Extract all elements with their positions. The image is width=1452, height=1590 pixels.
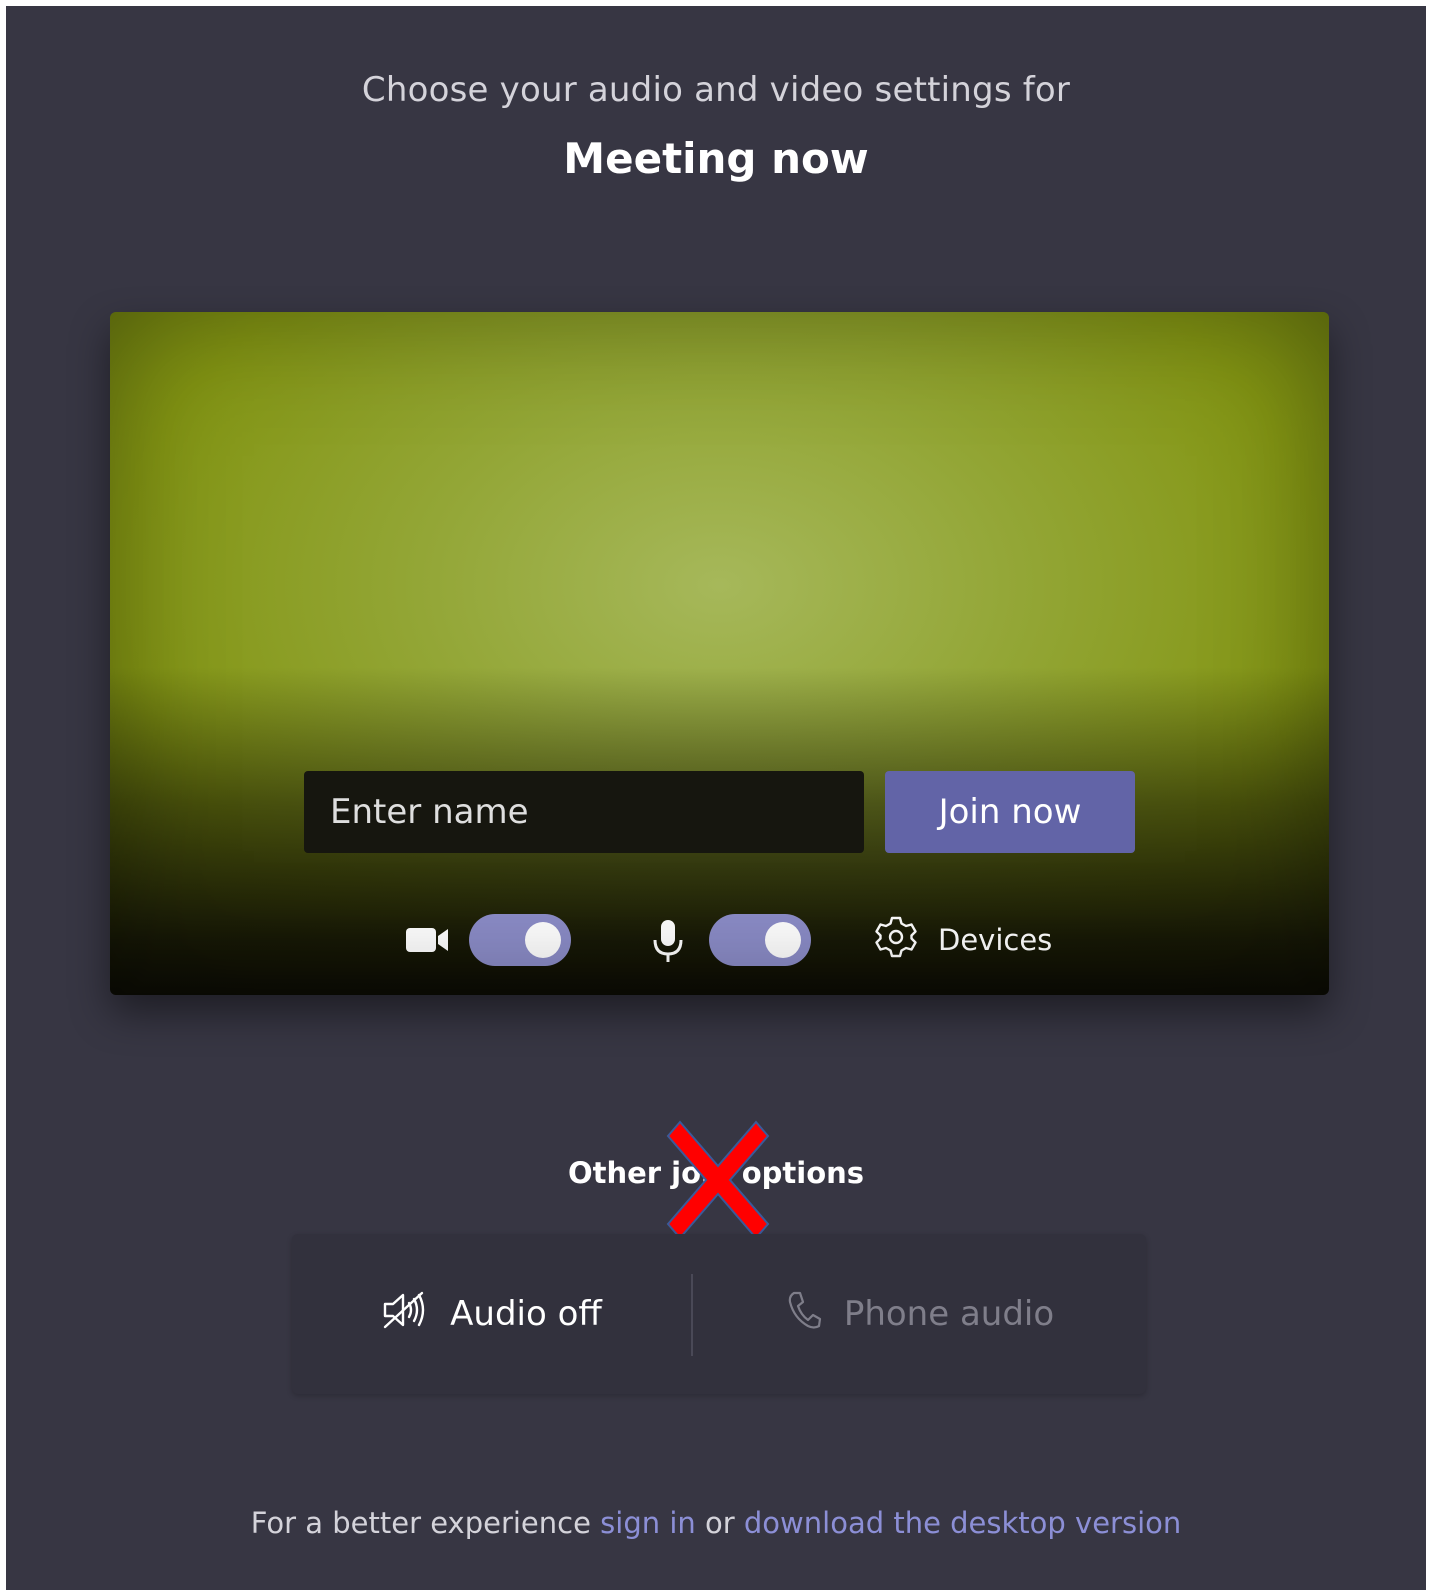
- microphone-icon: [650, 918, 686, 968]
- phone-audio-label: Phone audio: [843, 1294, 1055, 1334]
- footer-prefix: For a better experience: [250, 1506, 601, 1540]
- download-desktop-link[interactable]: download the desktop version: [744, 1506, 1181, 1540]
- phone-audio-option[interactable]: Phone audio: [694, 1234, 1146, 1394]
- speaker-off-icon: [382, 1290, 428, 1339]
- media-controls: Devices: [110, 910, 1329, 970]
- meeting-title: Meeting now: [563, 134, 869, 183]
- join-now-button[interactable]: Join now: [885, 771, 1135, 853]
- join-options-panel: Audio off Phone audio: [292, 1234, 1146, 1394]
- microphone-toggle[interactable]: [709, 914, 811, 966]
- camera-toggle[interactable]: [469, 914, 571, 966]
- video-preview: Join now: [110, 312, 1329, 995]
- red-x-annotation-icon: [666, 1120, 770, 1240]
- name-input[interactable]: [304, 771, 864, 853]
- footer-middle: or: [695, 1506, 744, 1540]
- footer-message: For a better experience sign in or downl…: [6, 1506, 1426, 1540]
- audio-off-label: Audio off: [450, 1294, 602, 1334]
- devices-label: Devices: [938, 923, 1053, 957]
- sign-in-link[interactable]: sign in: [600, 1506, 696, 1540]
- devices-button[interactable]: Devices: [874, 910, 1052, 970]
- camera-toggle-knob: [525, 922, 561, 958]
- settings-subtitle: Choose your audio and video settings for: [361, 70, 1071, 110]
- phone-icon: [786, 1290, 822, 1339]
- microphone-toggle-knob: [765, 922, 801, 958]
- camera-icon: [406, 926, 450, 958]
- pre-join-screen: Choose your audio and video settings for…: [6, 6, 1426, 1590]
- gear-icon: [874, 915, 918, 966]
- audio-off-option[interactable]: Audio off: [292, 1234, 692, 1394]
- options-divider: [691, 1274, 693, 1356]
